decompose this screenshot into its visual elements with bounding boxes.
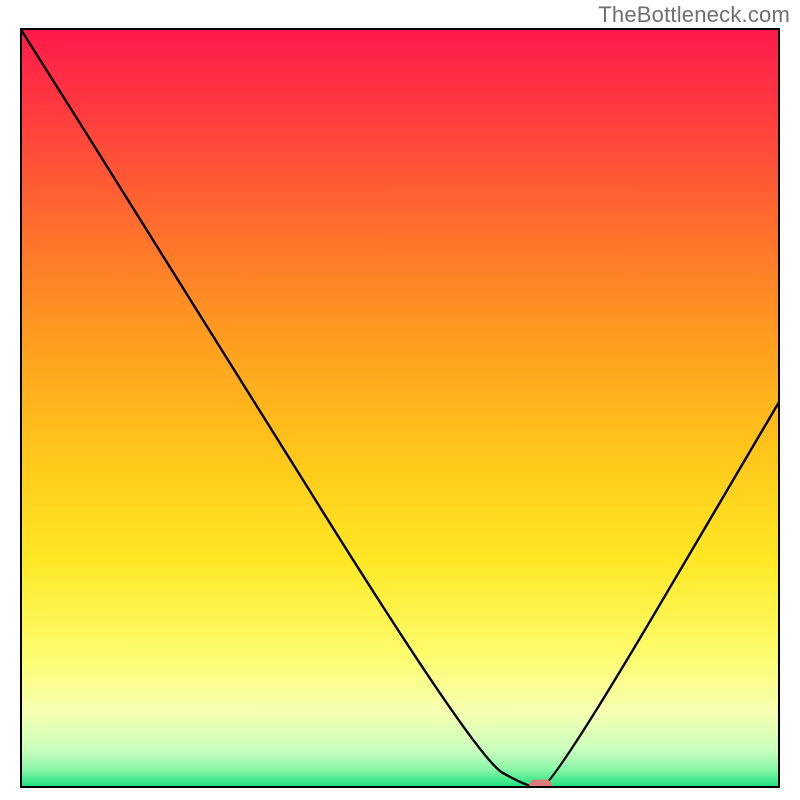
gradient-background: [20, 28, 780, 788]
watermark-text: TheBottleneck.com: [598, 2, 790, 28]
bottleneck-chart: [20, 28, 780, 788]
